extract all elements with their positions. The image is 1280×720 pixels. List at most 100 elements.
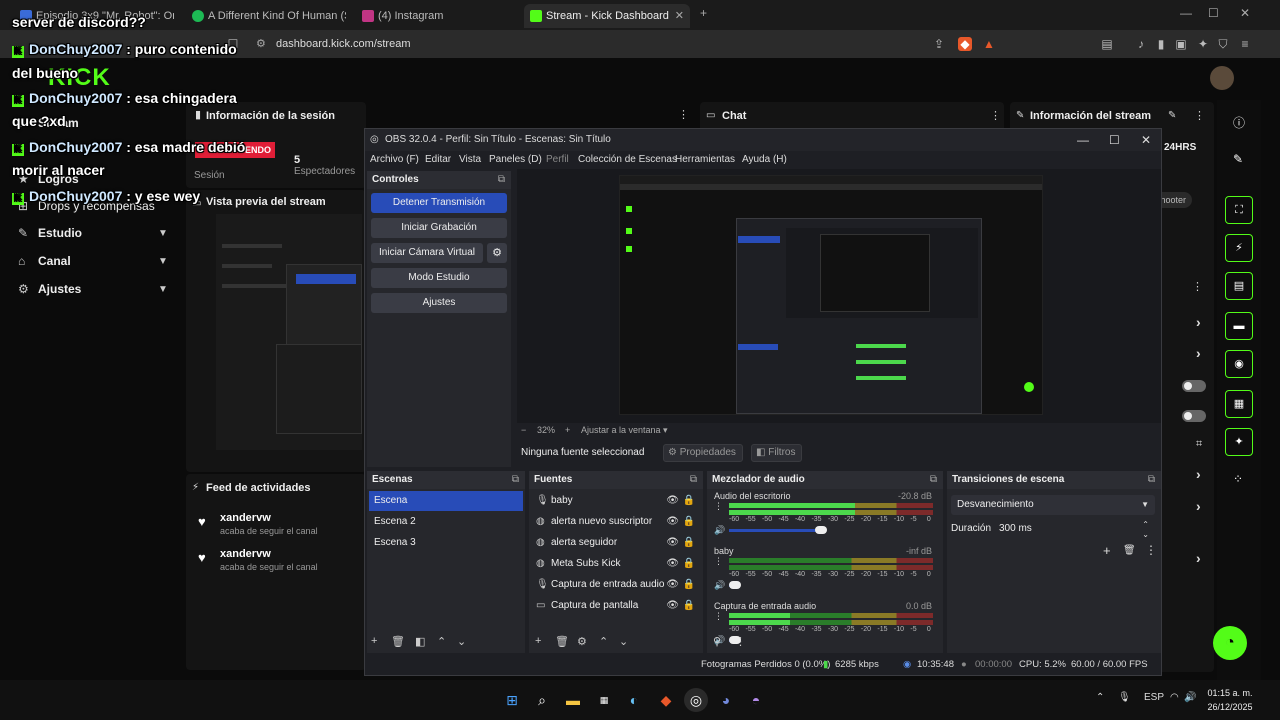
brave-rewards-icon[interactable]: ▲ xyxy=(982,37,996,51)
undock-icon[interactable]: ⧉ xyxy=(1148,471,1155,489)
menu-herramientas[interactable]: Herramientas xyxy=(675,154,735,165)
pencil-icon[interactable]: ✎ xyxy=(1233,152,1243,166)
gear-icon[interactable]: ⚙ xyxy=(487,243,507,263)
lightning-icon[interactable]: ⚡ xyxy=(1225,234,1253,262)
volume-knob[interactable] xyxy=(729,581,741,589)
avatar[interactable] xyxy=(1210,66,1234,90)
browser-tab-3[interactable]: (4) Instagram xyxy=(356,4,516,28)
close-tab-icon[interactable]: ✕ xyxy=(675,4,684,28)
brave-shield-icon[interactable]: ◆ xyxy=(958,37,972,51)
site-info-icon[interactable]: ⚙ xyxy=(256,34,266,54)
gear-icon[interactable]: ⚙ xyxy=(577,635,587,648)
volume-knob[interactable] xyxy=(815,526,827,534)
studio-mode-button[interactable]: Modo Estudio xyxy=(371,268,507,288)
stop-stream-button[interactable]: Detener Transmisión xyxy=(371,193,507,213)
share-icon[interactable]: ⇪ xyxy=(932,37,946,51)
browser-tab-2[interactable]: A Different Kind Of Human (Step II) - xyxy=(186,4,346,28)
language-indicator[interactable]: ESP xyxy=(1144,692,1164,703)
chevron-right-icon[interactable]: › xyxy=(1196,466,1201,482)
add-icon[interactable]: + xyxy=(1103,543,1111,558)
music-icon[interactable]: ♪ xyxy=(1134,37,1148,51)
mic-icon[interactable]: 🎙 xyxy=(1118,692,1131,703)
zoom-out-button[interactable]: − xyxy=(521,425,526,435)
menu-archivo[interactable]: Archivo (F) xyxy=(370,154,419,165)
lock-icon[interactable]: 🔒 xyxy=(683,533,695,553)
toggle-switch[interactable] xyxy=(1182,410,1206,422)
chart-icon[interactable]: ⌗ xyxy=(1196,438,1202,451)
menu-vista[interactable]: Vista xyxy=(459,154,481,165)
more-options-icon[interactable]: ⋮ xyxy=(714,501,723,512)
lock-icon[interactable]: 🔒 xyxy=(683,596,695,616)
chevron-right-icon[interactable]: › xyxy=(1196,345,1201,361)
duration-spinbox[interactable]: 300 ms ⌃ ⌄ xyxy=(995,519,1151,539)
properties-button[interactable]: ⚙ Propiedades xyxy=(663,444,743,462)
eye-icon[interactable]: 👁 xyxy=(666,554,679,574)
transition-select[interactable]: Desvanecimiento ▼ xyxy=(951,495,1155,515)
chevron-right-icon[interactable]: › xyxy=(1196,550,1201,566)
search-icon[interactable]: ⌕ xyxy=(530,688,554,712)
source-item[interactable]: ▭ Captura de pantalla 👁 🔒 xyxy=(533,596,699,616)
undock-icon[interactable]: ⧉ xyxy=(498,171,505,189)
leo-ai-icon[interactable]: ✦ xyxy=(1196,37,1210,51)
file-explorer-icon[interactable]: ▬ xyxy=(561,688,585,712)
wallet-icon[interactable]: ▣ xyxy=(1174,37,1188,51)
lock-icon[interactable]: 🔒 xyxy=(683,554,695,574)
trash-icon[interactable]: 🗑 xyxy=(1123,545,1136,556)
chevron-down-icon[interactable]: ▾ xyxy=(663,425,668,436)
menu-coleccion[interactable]: Colección de Escenas xyxy=(578,154,677,165)
lock-icon[interactable]: 🔒 xyxy=(683,512,695,532)
chevron-right-icon[interactable]: › xyxy=(1196,498,1201,514)
menu-paneles[interactable]: Paneles (D) xyxy=(489,154,542,165)
new-tab-button[interactable]: + xyxy=(700,6,707,20)
obs-icon[interactable]: ◎ xyxy=(684,688,708,712)
add-icon[interactable]: + xyxy=(535,635,541,647)
eye-icon[interactable]: 👁 xyxy=(666,512,679,532)
filter-icon[interactable]: ◧ xyxy=(415,635,425,648)
source-item[interactable]: ◍ Meta Subs Kick 👁 🔒 xyxy=(533,554,699,574)
menu-ayuda[interactable]: Ayuda (H) xyxy=(742,154,787,165)
sound-app-icon[interactable]: ▦ xyxy=(592,688,616,712)
edit-icon[interactable]: ✎ xyxy=(1168,110,1176,121)
brave-icon[interactable]: ◆ xyxy=(654,688,678,712)
fit-window-dropdown[interactable]: Ajustar a la ventana xyxy=(581,425,661,435)
close-window-icon[interactable]: ✕ xyxy=(1240,6,1250,20)
system-clock[interactable]: 01:15 a. m. 26/12/2025 xyxy=(1200,686,1260,714)
move-down-icon[interactable]: ⌄ xyxy=(457,635,466,648)
browser-tab-4[interactable]: Stream - Kick Dashboard ✕ xyxy=(524,4,690,28)
more-options-icon[interactable]: ⋮ xyxy=(1145,543,1157,557)
eye-icon[interactable]: 👁 xyxy=(666,533,679,553)
speaker-icon[interactable]: 🔊 xyxy=(714,525,725,536)
source-item[interactable]: 🎙 Captura de entrada audio 👁 🔒 xyxy=(533,575,699,595)
messenger-icon[interactable]: ◓ xyxy=(744,688,768,712)
source-item[interactable]: 🎙 baby 👁 🔒 xyxy=(533,491,699,511)
chevron-down-icon[interactable]: ▼ xyxy=(158,228,168,239)
undock-icon[interactable]: ⧉ xyxy=(512,471,519,489)
menu-editar[interactable]: Editar xyxy=(425,154,451,165)
eye-icon[interactable]: 👁 xyxy=(666,491,679,511)
scene-item[interactable]: Escena 3 xyxy=(369,533,523,553)
document-icon[interactable]: ▤ xyxy=(1225,272,1253,300)
lock-icon[interactable]: 🔒 xyxy=(683,491,695,511)
trash-icon[interactable]: 🗑 xyxy=(391,635,405,648)
filters-button[interactable]: ◧ Filtros xyxy=(751,444,803,462)
chevron-down-icon[interactable]: ▼ xyxy=(158,284,168,295)
layers-icon[interactable]: ▦ xyxy=(1225,390,1253,418)
more-options-icon[interactable]: ⋮ xyxy=(735,635,746,648)
scene-item[interactable]: Escena xyxy=(369,491,523,511)
toggle-switch[interactable] xyxy=(1182,380,1206,392)
scene-item[interactable]: Escena 2 xyxy=(369,512,523,532)
menu-icon[interactable]: ≡ xyxy=(1238,37,1252,51)
more-options-icon[interactable]: ⋮ xyxy=(714,611,723,622)
eye-icon[interactable]: 👁 xyxy=(666,575,679,595)
info-icon[interactable]: ⓘ xyxy=(1233,114,1245,131)
undock-icon[interactable]: ⧉ xyxy=(930,471,937,489)
minimize-icon[interactable]: — xyxy=(1180,6,1192,20)
virtual-camera-button[interactable]: Iniciar Cámara Virtual xyxy=(371,243,483,263)
reader-mode-icon[interactable]: ▤ xyxy=(1100,37,1114,51)
windows-start-icon[interactable]: ⊞ xyxy=(500,688,524,712)
steam-icon[interactable]: ◐ xyxy=(622,688,646,712)
chevron-down-icon[interactable]: ▼ xyxy=(158,256,168,267)
trash-icon[interactable]: 🗑 xyxy=(555,635,569,648)
more-options-icon[interactable]: ⋮ xyxy=(714,556,723,567)
broadcast-icon[interactable]: ◉ xyxy=(1225,350,1253,378)
